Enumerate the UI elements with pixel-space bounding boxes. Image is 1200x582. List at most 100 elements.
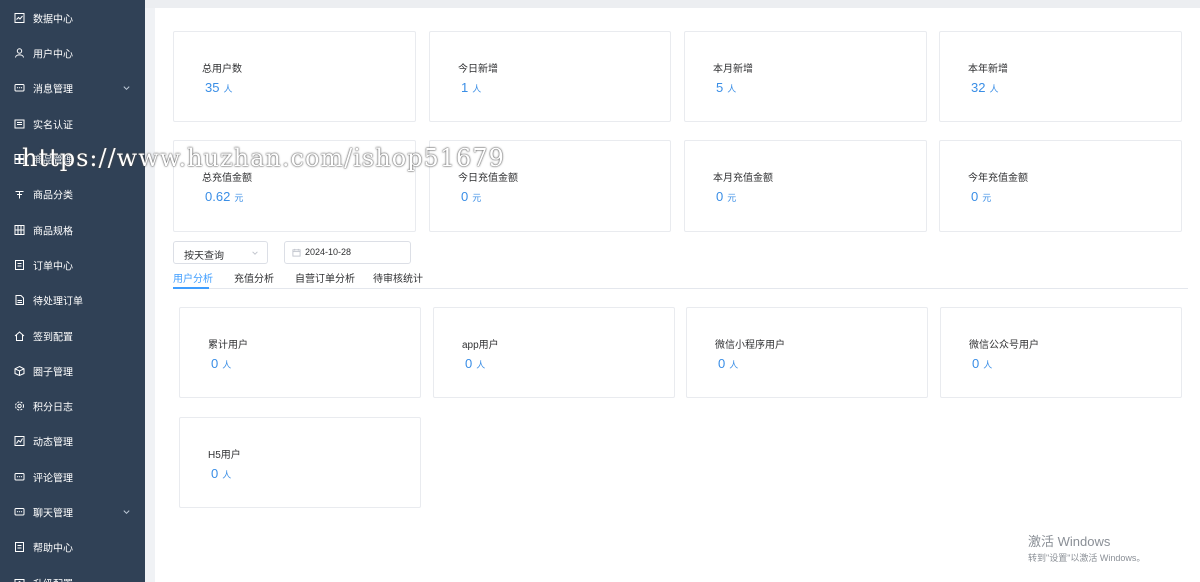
stat-unit: 人 bbox=[472, 84, 482, 94]
stat-unit: 元 bbox=[727, 193, 737, 203]
sidebar-item[interactable]: 商品分类 bbox=[0, 176, 145, 211]
calendar-icon bbox=[292, 248, 301, 257]
sidebar-item-label: 订单中心 bbox=[33, 261, 73, 272]
stat-title: 累计用户 bbox=[208, 340, 248, 351]
user-stat-card: 微信小程序用户 0 人 bbox=[686, 307, 928, 398]
sidebar-item-label: 评论管理 bbox=[33, 473, 73, 484]
comment-icon bbox=[14, 471, 25, 482]
sidebar-item[interactable]: 商品规格 bbox=[0, 212, 145, 247]
sidebar-item-label: 积分日志 bbox=[33, 402, 73, 413]
stat-value-wrap: 35 人 bbox=[205, 80, 232, 95]
stat-title: 今年充值金额 bbox=[968, 173, 1028, 184]
sidebar-item-label: 升级配置 bbox=[33, 575, 73, 582]
stat-unit: 人 bbox=[476, 360, 486, 370]
stat-value: 0 bbox=[971, 189, 979, 204]
activation-title: 激活 Windows bbox=[1028, 534, 1111, 549]
tab[interactable]: 自营订单分析 bbox=[295, 270, 355, 285]
stat-title: 本年新增 bbox=[968, 64, 1008, 75]
sidebar-item-label: 用户中心 bbox=[33, 49, 73, 60]
active-tab-indicator bbox=[173, 287, 209, 289]
grid-icon bbox=[14, 224, 25, 235]
sidebar-item-label: 商品规格 bbox=[33, 226, 73, 237]
chevron-down-icon bbox=[123, 509, 130, 514]
sidebar-item[interactable]: 帮助中心 bbox=[0, 529, 145, 564]
stat-title: 本月新增 bbox=[713, 64, 753, 75]
stat-value-wrap: 0人 bbox=[465, 356, 485, 371]
windows-activation-notice: 激活 Windows 转到"设置"以激活 Windows。 bbox=[1028, 531, 1145, 564]
sidebar-item[interactable]: 用户中心 bbox=[0, 35, 145, 70]
stat-unit: 人 bbox=[983, 360, 993, 370]
stat-value: 32 bbox=[971, 80, 986, 95]
stat-card: 总用户数 35 人 bbox=[173, 31, 416, 122]
stat-title: app用户 bbox=[462, 340, 499, 351]
sidebar-item[interactable]: 动态管理 bbox=[0, 423, 145, 458]
stat-title: 微信小程序用户 bbox=[715, 340, 785, 351]
stat-value: 0 bbox=[461, 189, 469, 204]
gear-icon bbox=[14, 400, 25, 411]
stat-value-wrap: 0.62 元 bbox=[205, 189, 243, 204]
sidebar-item-label: 聊天管理 bbox=[33, 508, 73, 519]
sidebar-item[interactable]: 消息管理 bbox=[0, 70, 145, 105]
tab[interactable]: 待审核统计 bbox=[373, 270, 423, 285]
sidebar-item[interactable]: 升级配置 bbox=[0, 565, 145, 582]
sidebar-item-label: 实名认证 bbox=[33, 120, 73, 131]
sidebar-item-label: 商品分类 bbox=[33, 190, 73, 201]
tab[interactable]: 用户分析 bbox=[173, 270, 213, 285]
sidebar-item[interactable]: 签到配置 bbox=[0, 318, 145, 353]
stat-value-wrap: 5人 bbox=[716, 80, 736, 95]
stat-unit: 人 bbox=[727, 84, 737, 94]
stat-value: 0.62 bbox=[205, 189, 231, 204]
sidebar-item-label: 数据中心 bbox=[33, 14, 73, 25]
stat-title: 今日新增 bbox=[458, 64, 498, 75]
sidebar-item[interactable]: 实名认证 bbox=[0, 106, 145, 141]
sidebar-item[interactable]: 待处理订单 bbox=[0, 282, 145, 317]
sidebar-item[interactable]: 聊天管理 bbox=[0, 494, 145, 529]
stat-value: 0 bbox=[716, 189, 724, 204]
chat-icon bbox=[14, 506, 25, 517]
sidebar-item-label: 签到配置 bbox=[33, 332, 73, 343]
home-icon bbox=[14, 330, 25, 341]
stat-value-wrap: 0人 bbox=[211, 356, 231, 371]
stat-unit: 元 bbox=[982, 193, 992, 203]
user-stat-card: 微信公众号用户 0 人 bbox=[940, 307, 1182, 398]
stat-value: 1 bbox=[461, 80, 469, 95]
sidebar-item[interactable]: 订单中心 bbox=[0, 247, 145, 282]
help-icon bbox=[14, 541, 25, 552]
stat-value-wrap: 0元 bbox=[971, 189, 991, 204]
stat-unit: 人 bbox=[223, 84, 233, 94]
query-mode-select[interactable]: 按天查询 bbox=[173, 241, 268, 264]
cube-icon bbox=[14, 365, 25, 376]
date-picker[interactable]: 2024-10-28 bbox=[284, 241, 411, 264]
stat-value: 0 bbox=[465, 356, 473, 371]
stat-unit: 人 bbox=[222, 360, 232, 370]
stat-unit: 人 bbox=[989, 84, 999, 94]
stat-title: 微信公众号用户 bbox=[969, 340, 1039, 351]
stat-card: 今日新增 1 人 bbox=[429, 31, 671, 122]
sidebar-item-label: 消息管理 bbox=[33, 84, 73, 95]
sidebar: 数据中心 用户中心 消息管理 实名认证 商品管理 商品分类 商品规格 订单中心 待处理订单 签到配… bbox=[0, 0, 145, 582]
stat-value-wrap: 0元 bbox=[716, 189, 736, 204]
sidebar-item-label: 动态管理 bbox=[33, 437, 73, 448]
order-icon bbox=[14, 259, 25, 270]
stat-unit: 人 bbox=[729, 360, 739, 370]
sidebar-item-label: 待处理订单 bbox=[33, 296, 83, 307]
stat-title: H5用户 bbox=[208, 450, 241, 461]
stat-unit: 元 bbox=[472, 193, 482, 203]
stat-value-wrap: 0人 bbox=[718, 356, 738, 371]
pending-order-icon bbox=[14, 294, 25, 305]
sidebar-item[interactable]: 评论管理 bbox=[0, 459, 145, 494]
tab[interactable]: 充值分析 bbox=[234, 270, 274, 285]
user-stat-card: app用户 0 人 bbox=[433, 307, 675, 398]
stat-card: 今年充值金额 0 元 bbox=[939, 140, 1182, 232]
sidebar-item-label: 帮助中心 bbox=[33, 543, 73, 554]
user-stat-card: 累计用户 0 人 bbox=[179, 307, 421, 398]
stat-value: 0 bbox=[211, 466, 219, 481]
sidebar-item[interactable]: 数据中心 bbox=[0, 0, 145, 35]
id-card-icon bbox=[14, 118, 25, 129]
stat-card: 本月充值金额 0 元 bbox=[684, 140, 927, 232]
sidebar-item[interactable]: 积分日志 bbox=[0, 388, 145, 423]
sidebar-item[interactable]: 圈子管理 bbox=[0, 353, 145, 388]
stat-title: 总用户数 bbox=[202, 64, 242, 75]
stat-value-wrap: 1人 bbox=[461, 80, 481, 95]
upgrade-icon bbox=[14, 577, 25, 582]
